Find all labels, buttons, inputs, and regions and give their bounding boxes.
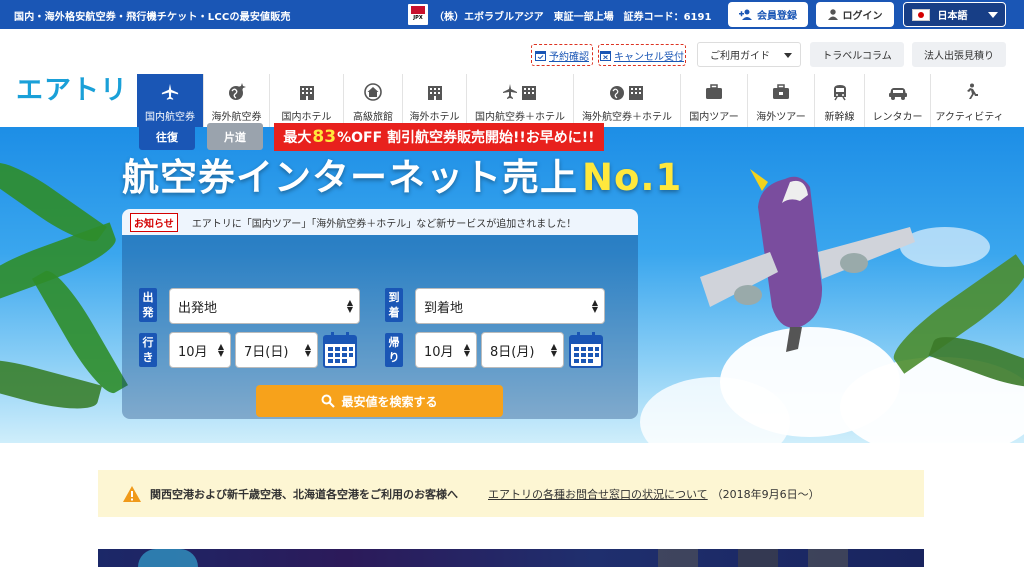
tab-domestic-flights[interactable]: 国内航空券	[137, 74, 203, 127]
travel-column-link[interactable]: トラベルコラム	[810, 42, 904, 67]
promo-banner[interactable]	[98, 549, 924, 567]
select-arrows-icon: ▲ ▼	[550, 342, 557, 358]
banner-decoration	[658, 549, 698, 567]
login-button[interactable]: ログイン	[816, 2, 894, 27]
select-arrows-icon: ▲ ▼	[217, 342, 224, 358]
departure-select[interactable]: 出発地 ▲ ▼	[169, 288, 360, 324]
tab-overseas-tours[interactable]: 海外ツアー	[747, 74, 814, 127]
runner-icon	[961, 80, 979, 104]
ryokan-icon	[364, 80, 382, 104]
banner-decoration	[738, 549, 778, 567]
outbound-month-select[interactable]: 10月 ▲ ▼	[169, 332, 231, 368]
hotel-icon	[426, 80, 444, 104]
airplane-image	[700, 169, 915, 352]
tab-shinkansen[interactable]: 新幹線	[814, 74, 864, 127]
notice-label: お知らせ	[130, 212, 178, 232]
tab-overseas-flight-hotel[interactable]: 海外航空券＋ホテル	[573, 74, 680, 127]
globe-hotel-icon	[609, 80, 645, 104]
tab-domestic-hotels[interactable]: 国内ホテル	[269, 74, 343, 127]
train-icon	[831, 80, 849, 104]
add-user-icon	[739, 9, 752, 20]
select-arrows-icon: ▲ ▼	[304, 342, 311, 358]
tab-activities[interactable]: アクティビティ	[930, 74, 1008, 127]
language-select[interactable]: 日本語	[903, 2, 1006, 27]
one-way-tab[interactable]: 片道	[207, 123, 263, 150]
cancel-accept-link[interactable]: キャンセル受付	[598, 44, 686, 66]
car-icon	[888, 80, 908, 104]
tab-domestic-flight-hotel[interactable]: 国内航空券＋ホテル	[466, 74, 573, 127]
round-trip-tab[interactable]: 往復	[139, 123, 195, 150]
suitcase-icon	[772, 80, 790, 104]
register-button[interactable]: 会員登録	[728, 2, 808, 27]
hero-banner: 航空券インターネット売上 No.1 お知らせ エアトリに「国内ツアー」「海外航空券…	[0, 127, 1024, 443]
reservation-check-link[interactable]: 予約確認	[531, 44, 593, 66]
jpx-logo: JPX	[408, 4, 428, 25]
sale-percent: 83	[312, 127, 337, 147]
alert-link[interactable]: エアトリの各種お問合せ窓口の状況について	[488, 486, 708, 502]
outbound-day-select[interactable]: 7日(日) ▲ ▼	[235, 332, 318, 368]
return-month-select[interactable]: 10月 ▲ ▼	[415, 332, 477, 368]
arrival-select[interactable]: 到着地 ▲ ▼	[415, 288, 605, 324]
alert-date: （2018年9月6日〜）	[711, 487, 820, 501]
tagline: 国内・海外格安航空券・飛行機チケット・LCCの最安値販売	[14, 12, 291, 23]
notice-bar: お知らせ エアトリに「国内ツアー」「海外航空券＋ホテル」など新サービスが追加され…	[122, 209, 638, 235]
japan-flag-icon	[911, 8, 930, 21]
main-nav: 国内航空券 海外航空券 国内ホテル 高級旅館 海外ホテル 国内航空券＋ホテル 海…	[137, 74, 1008, 127]
banner-decoration	[138, 549, 198, 567]
airport-alert: 関西空港および新千歳空港、北海道各空港をご利用のお客様へ エアトリの各種お問合せ…	[98, 470, 924, 517]
hero-title: 航空券インターネット売上 No.1	[122, 156, 683, 199]
suitcase-icon	[705, 80, 723, 104]
site-logo[interactable]: エアトリ	[16, 68, 128, 107]
hero-title-highlight: No.1	[582, 156, 683, 199]
guide-dropdown[interactable]: ご利用ガイド	[697, 42, 801, 67]
outbound-calendar-icon[interactable]	[323, 332, 357, 368]
language-label: 日本語	[937, 11, 968, 22]
select-arrows-icon: ▲ ▼	[463, 342, 470, 358]
notice-text[interactable]: エアトリに「国内ツアー」「海外航空券＋ホテル」など新サービスが追加されました！	[192, 215, 576, 230]
return-calendar-icon[interactable]	[569, 332, 603, 368]
plane-hotel-icon	[502, 80, 538, 104]
search-icon	[321, 394, 336, 408]
return-day-select[interactable]: 8日(月) ▲ ▼	[481, 332, 564, 368]
select-arrows-icon: ▲ ▼	[346, 298, 353, 314]
login-label: ログイン	[842, 11, 883, 22]
tab-domestic-tours[interactable]: 国内ツアー	[680, 74, 747, 127]
outbound-label: 行き	[139, 333, 157, 367]
alert-title: 関西空港および新千歳空港、北海道各空港をご利用のお客様へ	[150, 487, 458, 501]
warning-icon	[123, 485, 141, 502]
corporate-quote-link[interactable]: 法人出張見積り	[912, 42, 1006, 67]
chevron-down-icon	[784, 53, 792, 58]
chevron-down-icon	[987, 11, 998, 18]
search-button[interactable]: 最安値を検索する	[256, 385, 503, 417]
banner-decoration	[808, 549, 848, 567]
plane-icon	[161, 80, 179, 104]
select-arrows-icon: ▲ ▼	[591, 298, 598, 314]
depart-label: 出発	[139, 288, 157, 322]
return-label: 帰り	[385, 333, 403, 367]
tab-luxury-ryokan[interactable]: 高級旅館	[343, 74, 402, 127]
tab-rental-car[interactable]: レンタカー	[864, 74, 930, 127]
register-label: 会員登録	[757, 11, 797, 22]
company-info: （株）エボラブルアジア 東証一部上場 証券コード：6191	[434, 12, 712, 23]
calendar-x-icon	[600, 50, 611, 61]
calendar-check-icon	[535, 50, 546, 61]
hotel-icon	[298, 80, 316, 104]
tab-overseas-hotels[interactable]: 海外ホテル	[402, 74, 466, 127]
tab-overseas-flights[interactable]: 海外航空券	[203, 74, 269, 127]
top-bar: 国内・海外格安航空券・飛行機チケット・LCCの最安値販売 JPX （株）エボラブ…	[0, 0, 1024, 29]
arrive-label: 到着	[385, 288, 403, 322]
sale-banner[interactable]: 最大 83 %OFF 割引航空券販売開始!!お早めに!!	[274, 123, 604, 151]
globe-plane-icon	[227, 80, 247, 104]
user-icon	[827, 9, 838, 20]
